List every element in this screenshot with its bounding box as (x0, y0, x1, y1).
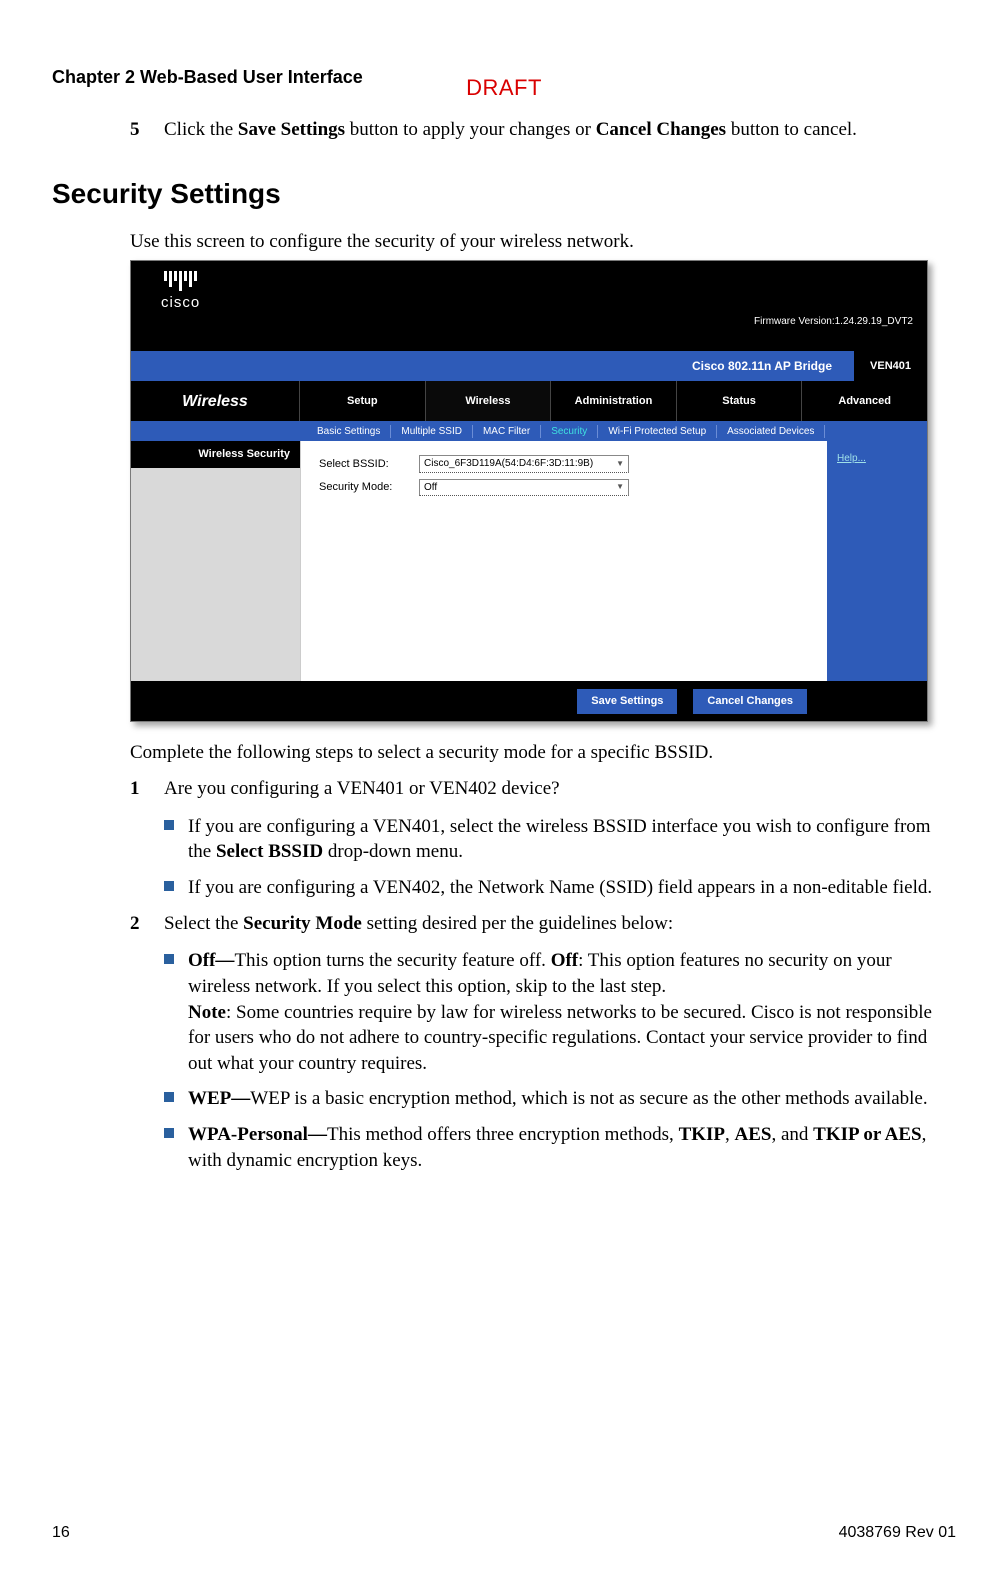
bullet-off: Off—This option turns the security featu… (164, 948, 956, 1076)
t-bold: WEP— (188, 1088, 250, 1109)
t: This method offers three encryption meth… (327, 1124, 679, 1145)
bullet-text: If you are configuring a VEN401, select … (188, 814, 956, 865)
subnav-mac-filter[interactable]: MAC Filter (473, 425, 541, 439)
step-number: 2 (130, 911, 164, 937)
post-screenshot-text: Complete the following steps to select a… (52, 740, 956, 1173)
steps-intro: Complete the following steps to select a… (130, 740, 956, 766)
step-number: 5 (130, 117, 164, 143)
select-security-mode[interactable]: Off ▼ (419, 479, 629, 497)
save-settings-button[interactable]: Save Settings (577, 689, 677, 714)
product-bar: Cisco 802.11n AP Bridge VEN401 (131, 351, 927, 381)
bullet-ven402: If you are configuring a VEN402, the Net… (164, 875, 956, 901)
nav-tabs: Setup Wireless Administration Status Adv… (299, 381, 927, 421)
tab-setup[interactable]: Setup (299, 381, 425, 421)
bullet-ven401: If you are configuring a VEN401, select … (164, 814, 956, 865)
tab-status[interactable]: Status (676, 381, 802, 421)
t: button to apply your changes or (345, 119, 596, 140)
t-bold: Off (551, 950, 578, 971)
t: WEP is a basic encryption method, which … (250, 1088, 927, 1109)
label-bssid: Select BSSID: (319, 457, 419, 472)
step-2: 2 Select the Security Mode setting desir… (130, 911, 956, 937)
screenshot-wireless-security: cisco Firmware Version:1.24.29.19_DVT2 C… (130, 260, 928, 722)
tab-wireless[interactable]: Wireless (425, 381, 551, 421)
t: : Some countries require by law for wire… (188, 1002, 932, 1074)
subnav-wps[interactable]: Wi-Fi Protected Setup (598, 425, 717, 439)
left-header: Wireless Security (131, 441, 300, 468)
select-bssid[interactable]: Cisco_6F3D119A(54:D4:6F:3D:11:9B) ▼ (419, 455, 629, 473)
tab-advanced[interactable]: Advanced (801, 381, 927, 421)
t: This option turns the security feature o… (234, 950, 550, 971)
firmware-version: Firmware Version:1.24.29.19_DVT2 (754, 315, 913, 329)
step-1: 1 Are you configuring a VEN401 or VEN402… (130, 776, 956, 802)
select-bssid-value: Cisco_6F3D119A(54:D4:6F:3D:11:9B) (424, 457, 593, 471)
section-intro: Use this screen to configure the securit… (52, 229, 956, 255)
model-badge: VEN401 (854, 351, 927, 381)
step-5: 5 Click the Save Settings button to appl… (130, 117, 956, 143)
square-bullet-icon (164, 1092, 174, 1102)
page-number: 16 (52, 1522, 70, 1544)
subnav-associated[interactable]: Associated Devices (717, 425, 825, 439)
t-bold: Save Settings (238, 119, 345, 140)
select-mode-value: Off (424, 481, 437, 495)
t-bold: Note (188, 1002, 226, 1023)
doc-revision: 4038769 Rev 01 (839, 1522, 956, 1544)
chevron-down-icon: ▼ (616, 459, 624, 470)
nav-title: Wireless (131, 381, 299, 421)
t-bold: AES (735, 1124, 772, 1145)
cisco-bars-icon (161, 271, 200, 291)
cancel-changes-button[interactable]: Cancel Changes (693, 689, 807, 714)
square-bullet-icon (164, 820, 174, 830)
bullet-wep: WEP—WEP is a basic encryption method, wh… (164, 1086, 956, 1112)
main-nav: Wireless Setup Wireless Administration S… (131, 381, 927, 421)
sub-nav: Basic Settings Multiple SSID MAC Filter … (131, 421, 927, 441)
page-footer: 16 4038769 Rev 01 (52, 1522, 956, 1544)
t: button to cancel. (726, 119, 857, 140)
t: Click the (164, 119, 238, 140)
help-column: Help... (827, 441, 927, 681)
product-name: Cisco 802.11n AP Bridge (692, 358, 854, 374)
bullet-text: Off—This option turns the security featu… (188, 948, 956, 1076)
draft-watermark: DRAFT (466, 73, 542, 103)
subnav-basic[interactable]: Basic Settings (307, 425, 391, 439)
t: setting desired per the guidelines below… (362, 913, 673, 934)
step-number: 1 (130, 776, 164, 802)
label-security-mode: Security Mode: (319, 480, 419, 495)
t-bold: Security Mode (243, 913, 362, 934)
t: Select the (164, 913, 243, 934)
bullet-text: If you are configuring a VEN402, the Net… (188, 875, 956, 901)
t-bold: Select BSSID (216, 841, 323, 862)
button-row: Save Settings Cancel Changes (131, 681, 927, 721)
t-bold: TKIP (679, 1124, 725, 1145)
t: , (725, 1124, 735, 1145)
cisco-text: cisco (161, 293, 200, 313)
t-bold: WPA-Personal— (188, 1124, 327, 1145)
form-area: Select BSSID: Cisco_6F3D119A(54:D4:6F:3D… (301, 441, 827, 681)
tab-administration[interactable]: Administration (550, 381, 676, 421)
cisco-logo: cisco (161, 271, 200, 313)
t: drop-down menu. (323, 841, 463, 862)
shot-header: cisco Firmware Version:1.24.29.19_DVT2 (131, 261, 927, 351)
step-text: Are you configuring a VEN401 or VEN402 d… (164, 776, 956, 802)
subnav-multiple-ssid[interactable]: Multiple SSID (391, 425, 473, 439)
square-bullet-icon (164, 881, 174, 891)
bullet-text: WEP—WEP is a basic encryption method, wh… (188, 1086, 956, 1112)
t-bold: TKIP or AES (813, 1124, 921, 1145)
section-heading: Security Settings (52, 175, 956, 213)
subnav-security[interactable]: Security (541, 425, 598, 439)
t-bold: Cancel Changes (596, 119, 726, 140)
square-bullet-icon (164, 1128, 174, 1138)
step-text: Click the Save Settings button to apply … (164, 117, 956, 143)
bullet-wpa: WPA-Personal—This method offers three en… (164, 1122, 956, 1173)
left-column: Wireless Security (131, 441, 301, 681)
t: , and (771, 1124, 813, 1145)
step-text: Select the Security Mode setting desired… (164, 911, 956, 937)
panel: Wireless Security Select BSSID: Cisco_6F… (131, 441, 927, 681)
t-bold: Off— (188, 950, 234, 971)
square-bullet-icon (164, 954, 174, 964)
bullet-text: WPA-Personal—This method offers three en… (188, 1122, 956, 1173)
chevron-down-icon: ▼ (616, 482, 624, 493)
help-link[interactable]: Help... (837, 453, 866, 464)
